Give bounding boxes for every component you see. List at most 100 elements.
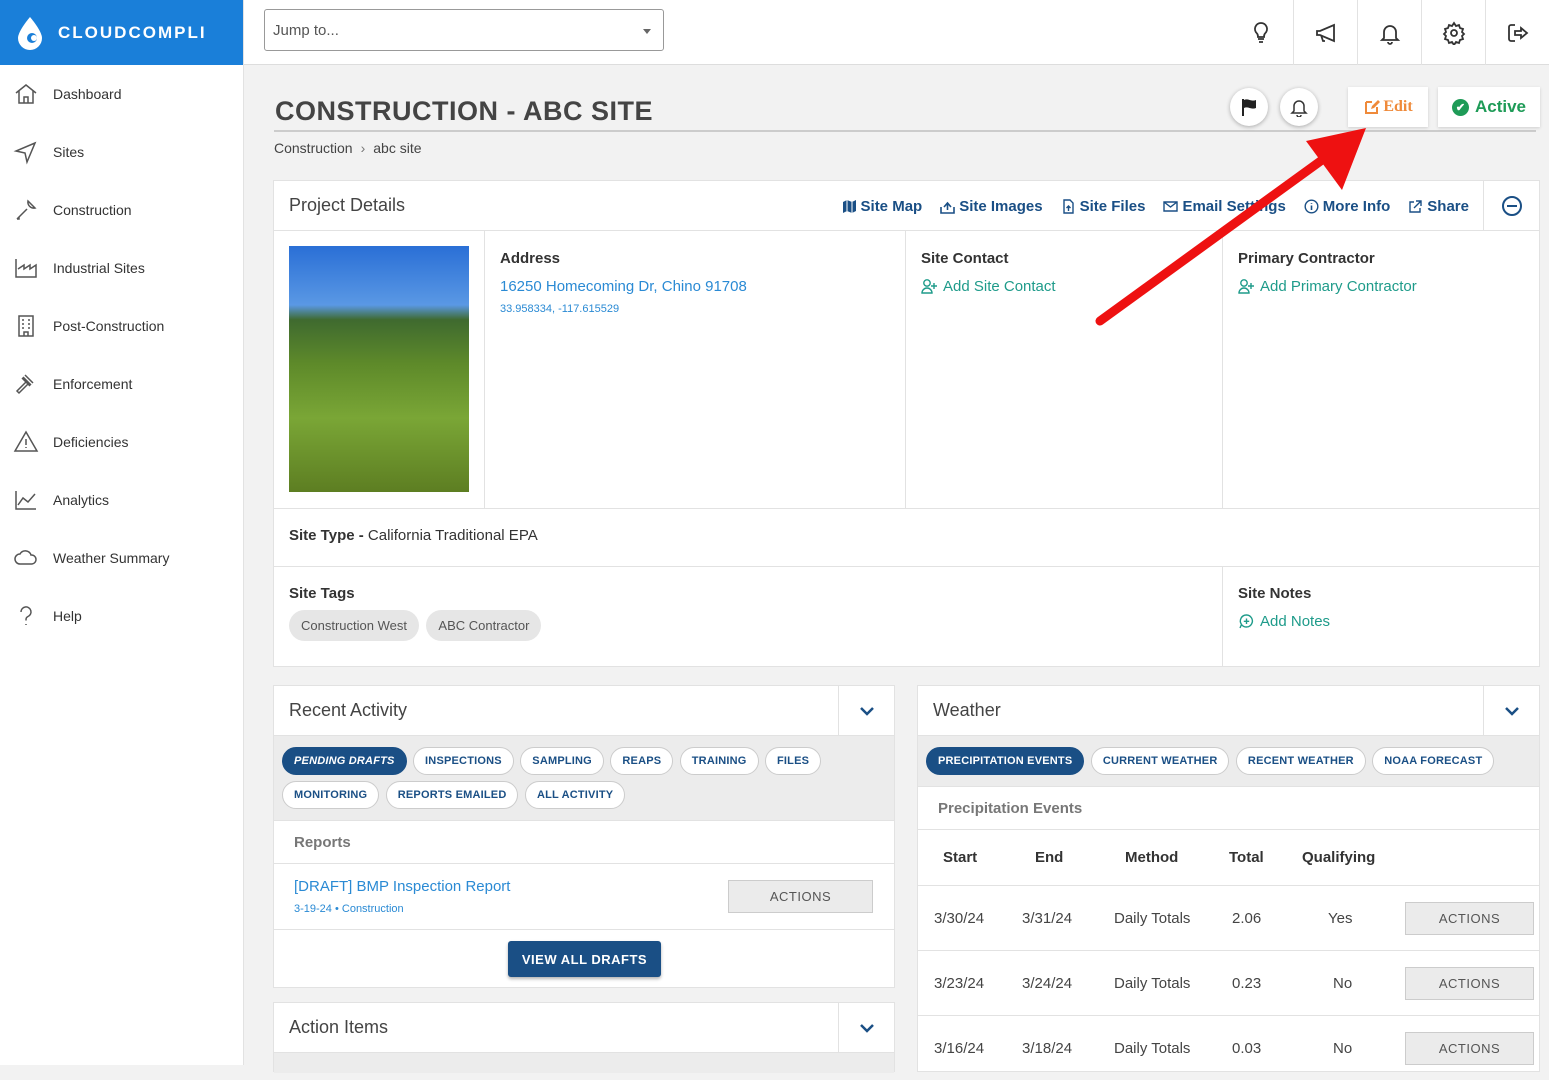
sidebar-item-construction[interactable]: Construction (0, 181, 243, 239)
card-title: Action Items (289, 1017, 388, 1038)
edit-button[interactable]: Edit (1348, 87, 1428, 127)
view-all-drafts-button[interactable]: VIEW ALL DRAFTS (508, 941, 661, 977)
cell-qualifying: Yes (1328, 910, 1352, 927)
help-icon (13, 603, 39, 629)
actions-button[interactable]: ACTIONS (728, 880, 873, 913)
status-badge[interactable]: ✔ Active (1438, 87, 1540, 127)
divider (1222, 566, 1223, 667)
report-link[interactable]: [DRAFT] BMP Inspection Report (294, 878, 510, 895)
add-site-contact-link[interactable]: Add Site Contact (921, 278, 1056, 295)
edit-label: Edit (1383, 98, 1412, 116)
logout-button[interactable] (1485, 0, 1549, 65)
actions-button[interactable]: ACTIONS (1405, 902, 1534, 935)
tag-chip[interactable]: Construction West (289, 610, 419, 641)
table-row: 3/16/24 3/18/24 Daily Totals 0.03 No ACT… (918, 1015, 1539, 1080)
tab-reaps[interactable]: REAPS (610, 747, 673, 775)
actions-button[interactable]: ACTIONS (1405, 967, 1534, 1000)
cell-method: Daily Totals (1114, 975, 1190, 992)
sidebar-item-label: Sites (53, 144, 84, 160)
sidebar-item-help[interactable]: Help (0, 587, 243, 645)
tab-sampling[interactable]: SAMPLING (520, 747, 604, 775)
sidebar-item-label: Industrial Sites (53, 260, 145, 276)
card-header: Action Items (274, 1003, 894, 1053)
sidebar-item-analytics[interactable]: Analytics (0, 471, 243, 529)
edit-icon (1363, 98, 1381, 116)
tab-pending-drafts[interactable]: PENDING DRAFTS (282, 747, 407, 775)
image-upload-icon (940, 199, 955, 214)
table-header: Start End Method Total Qualifying (918, 830, 1539, 885)
actions-button[interactable]: ACTIONS (1405, 1032, 1534, 1065)
sidebar-item-enforcement[interactable]: Enforcement (0, 355, 243, 413)
tab-monitoring[interactable]: MONITORING (282, 781, 379, 809)
site-map-link[interactable]: Site Map (842, 198, 923, 215)
tab-all-activity[interactable]: ALL ACTIVITY (525, 781, 625, 809)
email-settings-link[interactable]: Email Settings (1163, 198, 1285, 215)
sidebar-item-deficiencies[interactable]: Deficiencies (0, 413, 243, 471)
share-link[interactable]: Share (1408, 198, 1469, 215)
site-type-value: California Traditional EPA (368, 527, 538, 544)
coordinates-link[interactable]: 33.958334, -117.615529 (500, 303, 747, 315)
collapse-button[interactable] (838, 1003, 894, 1053)
breadcrumb-item[interactable]: Construction (274, 140, 353, 156)
topbar: Jump to... (244, 0, 1549, 65)
collapse-button[interactable] (838, 686, 894, 736)
tab-reports-emailed[interactable]: REPORTS EMAILED (386, 781, 519, 809)
more-info-link[interactable]: More Info (1304, 198, 1391, 215)
share-icon (1408, 199, 1423, 214)
add-primary-contractor-link[interactable]: Add Primary Contractor (1238, 278, 1417, 295)
sidebar-item-dashboard[interactable]: Dashboard (0, 65, 243, 123)
site-tags-block: Site Tags Construction West ABC Contract… (289, 585, 544, 641)
tab-noaa-forecast[interactable]: NOAA FORECAST (1372, 747, 1494, 775)
envelope-icon (1163, 199, 1178, 214)
sidebar-item-weather-summary[interactable]: Weather Summary (0, 529, 243, 587)
project-details-card: Project Details Site Map Site Images Sit… (273, 180, 1540, 667)
address-title: Address (500, 250, 747, 267)
address-block: Address 16250 Homecoming Dr, Chino 91708… (500, 250, 747, 315)
card-title: Project Details (289, 195, 405, 216)
address-link[interactable]: 16250 Homecoming Dr, Chino 91708 (500, 278, 747, 295)
section-title: Precipitation Events (918, 800, 1082, 817)
tab-files[interactable]: FILES (765, 747, 821, 775)
tag-chip[interactable]: ABC Contractor (426, 610, 541, 641)
weather-card: Weather PRECIPITATION EVENTS CURRENT WEA… (917, 685, 1540, 1072)
collapse-button[interactable] (1483, 686, 1539, 736)
collapse-button[interactable] (1483, 181, 1539, 231)
site-contact-title: Site Contact (921, 250, 1056, 267)
home-icon (13, 81, 39, 107)
settings-button[interactable] (1421, 0, 1485, 65)
chevron-down-icon (643, 29, 651, 34)
sidebar-item-sites[interactable]: Sites (0, 123, 243, 181)
tab-inspections[interactable]: INSPECTIONS (413, 747, 514, 775)
chart-icon (13, 487, 39, 513)
notifications-button[interactable] (1357, 0, 1421, 65)
divider (484, 231, 485, 508)
tab-current-weather[interactable]: CURRENT WEATHER (1091, 747, 1230, 775)
tab-recent-weather[interactable]: RECENT WEATHER (1236, 747, 1366, 775)
subscribe-button[interactable] (1280, 88, 1318, 126)
cell-start: 3/23/24 (934, 975, 984, 992)
cell-total: 2.06 (1232, 910, 1261, 927)
breadcrumb-item: abc site (373, 140, 421, 156)
tab-precipitation-events[interactable]: PRECIPITATION EVENTS (926, 747, 1084, 775)
chevron-down-icon (855, 1016, 879, 1040)
ideas-button[interactable] (1229, 0, 1293, 65)
cell-qualifying: No (1333, 1040, 1352, 1057)
brand-logo[interactable]: CLOUDCOMPLI (0, 0, 243, 65)
add-notes-link[interactable]: Add Notes (1238, 613, 1330, 630)
sidebar-item-post-construction[interactable]: Post-Construction (0, 297, 243, 355)
tab-training[interactable]: TRAINING (680, 747, 759, 775)
announcements-button[interactable] (1293, 0, 1357, 65)
list-item: [DRAFT] BMP Inspection Report 3-19-24 • … (274, 864, 894, 930)
action-items-tabs (274, 1053, 894, 1073)
card-title: Recent Activity (289, 700, 407, 721)
site-files-link[interactable]: Site Files (1061, 198, 1146, 215)
breadcrumb: Construction›abc site (274, 140, 422, 156)
sidebar-item-industrial-sites[interactable]: Industrial Sites (0, 239, 243, 297)
jump-to-select[interactable]: Jump to... (264, 9, 664, 51)
site-images-link[interactable]: Site Images (940, 198, 1042, 215)
cloud-icon (13, 545, 39, 571)
flag-button[interactable] (1230, 88, 1268, 126)
column-header: Total (1229, 849, 1264, 866)
site-photo[interactable] (289, 246, 469, 492)
chevron-down-icon (855, 699, 879, 723)
